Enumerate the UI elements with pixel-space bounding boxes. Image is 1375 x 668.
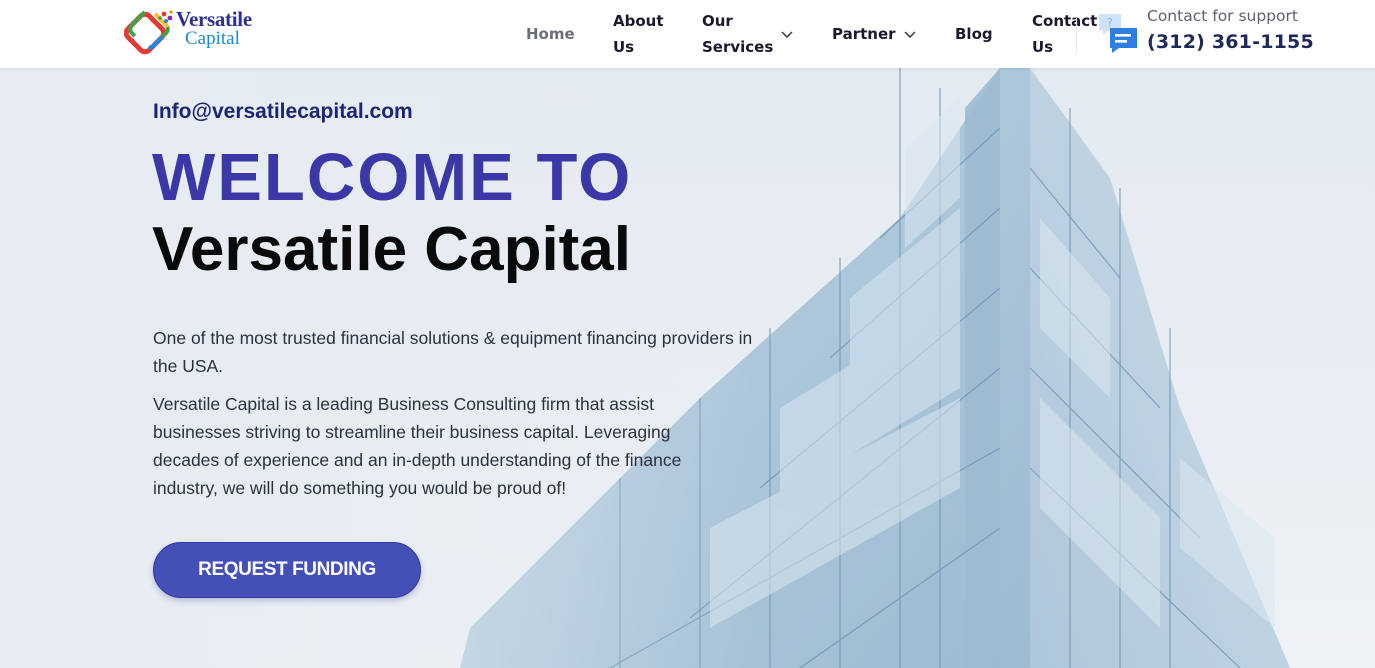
site-logo[interactable]: Versatile Capital xyxy=(124,4,284,56)
hero-intro-text: One of the most trusted financial soluti… xyxy=(153,328,753,376)
nav-blog[interactable]: Blog xyxy=(955,0,993,68)
header-divider xyxy=(1076,18,1077,54)
nav-contact-us-line1: Contact xyxy=(1032,12,1098,30)
nav-contact-us-label: Contact Us xyxy=(1032,8,1097,60)
request-funding-button[interactable]: REQUEST FUNDING xyxy=(153,542,421,598)
logo-icon xyxy=(124,8,173,55)
svg-text:?: ? xyxy=(1107,16,1113,29)
nav-our-services-label: Our Services xyxy=(702,8,773,60)
nav-partner-label: Partner xyxy=(832,25,896,43)
support-phone[interactable]: (312) 361-1155 xyxy=(1147,31,1314,53)
nav-contact-us-line2: Us xyxy=(1032,38,1054,56)
nav-about-us-label: About Us xyxy=(613,8,664,60)
nav-home-label: Home xyxy=(526,25,575,43)
support-label: Contact for support xyxy=(1147,7,1298,25)
hero-description-text: Versatile Capital is a leading Business … xyxy=(153,394,682,498)
nav-blog-label: Blog xyxy=(955,25,993,43)
nav-about-us[interactable]: About Us xyxy=(613,0,664,68)
chat-support-icon[interactable]: ? xyxy=(1097,12,1139,54)
hero-section: Info@versatilecapital.com WELCOME TO Ver… xyxy=(0,68,1375,668)
nav-partner[interactable]: Partner xyxy=(832,0,917,68)
nav-home[interactable]: Home xyxy=(526,0,575,68)
logo-text-capital: Capital xyxy=(185,28,240,49)
hero-headline: WELCOME TO xyxy=(152,140,633,215)
chevron-down-icon xyxy=(781,31,793,38)
nav-our-services-line2: Services xyxy=(702,38,774,56)
contact-email[interactable]: Info@versatilecapital.com xyxy=(153,100,413,124)
nav-our-services-line1: Our xyxy=(702,12,733,30)
nav-our-services[interactable]: Our Services xyxy=(702,0,794,68)
chevron-down-icon xyxy=(904,31,916,38)
site-header: Versatile Capital Home About Us Our Serv… xyxy=(0,0,1375,68)
nav-about-us-line1: About xyxy=(613,12,664,30)
nav-contact-us[interactable]: Contact Us xyxy=(1032,0,1097,68)
hero-brand-name: Versatile Capital xyxy=(152,215,632,284)
nav-about-us-line2: Us xyxy=(613,38,635,56)
